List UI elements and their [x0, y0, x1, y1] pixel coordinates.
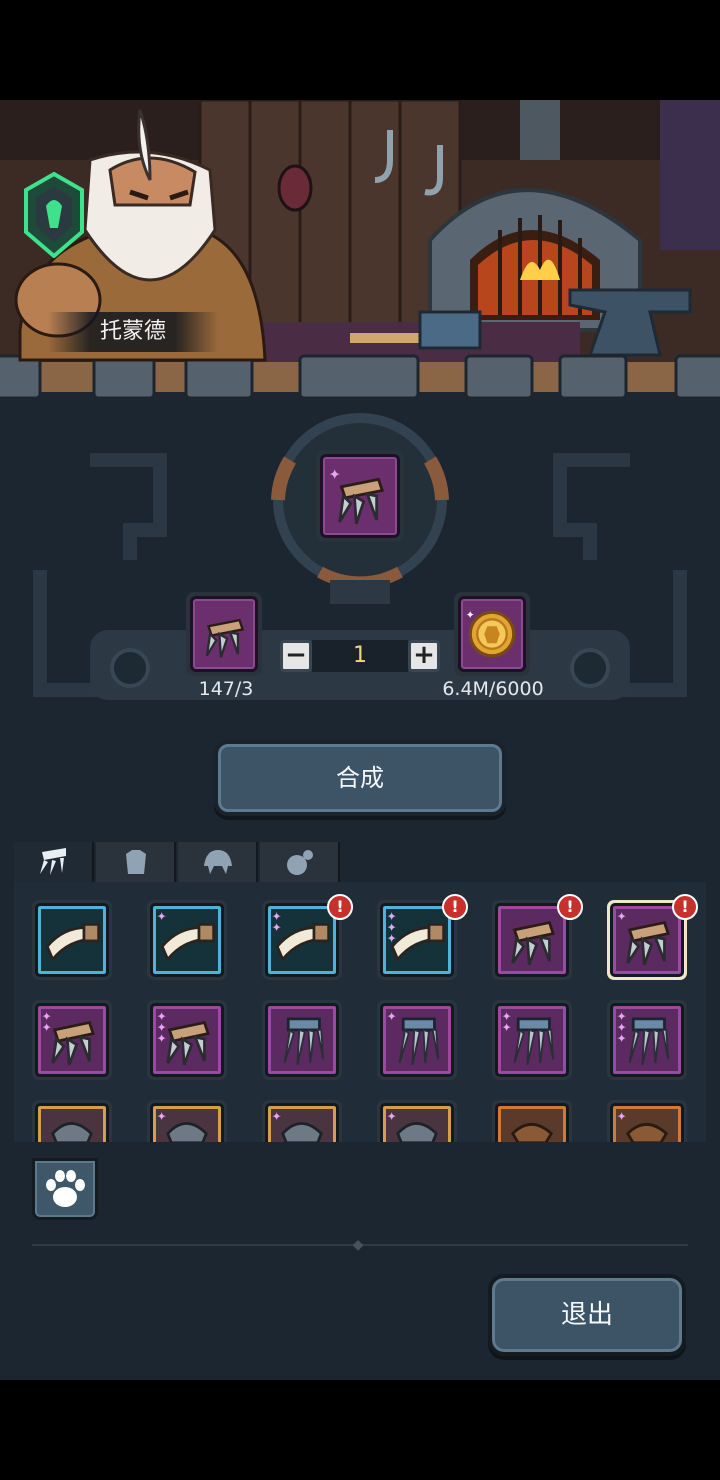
inventory-item[interactable]: ✦: [607, 1100, 687, 1142]
pet-filter-button[interactable]: [32, 1158, 98, 1220]
svg-text:✦: ✦: [329, 466, 341, 483]
svg-text:✦: ✦: [387, 1110, 397, 1124]
svg-text:✦: ✦: [387, 932, 397, 946]
fang-icon: [45, 923, 101, 962]
gauntlet-claw-icon: ✦: [272, 1110, 323, 1142]
iron-claw-icon: ✦: [387, 1010, 440, 1066]
svg-text:✦: ✦: [157, 1110, 167, 1124]
svg-text:✦: ✦: [157, 1032, 167, 1046]
claw-weapon-icon: [40, 848, 66, 875]
tab-claw[interactable]: [14, 842, 94, 882]
blacksmith-scene: 托蒙德: [0, 100, 720, 400]
inventory-item[interactable]: ✦ ✦: [32, 1000, 112, 1080]
gauntlet-claw-icon: [51, 1122, 93, 1142]
fang-icon: ✦✦✦: [387, 910, 446, 962]
tab-armor[interactable]: [96, 842, 176, 882]
alert-badge: !: [327, 894, 353, 920]
inventory-grid: ✦ ✦ ✦ ✦ ✦ ✦ ✦ ! ! ! ! ✦ ✦ ✦ ✦ ✦ ✦ ✦ ✦ ✦ ✦ ✦ ✦: [14, 882, 706, 1142]
steel-claw-icon: ✦✦: [42, 1010, 95, 1066]
alert-badge: !: [442, 894, 468, 920]
material-count: 147/3: [198, 678, 254, 700]
svg-text:✦: ✦: [617, 1032, 627, 1046]
gauntlet-claw-icon: ✦: [387, 1110, 438, 1142]
svg-text:✦: ✦: [502, 1021, 512, 1035]
rank-emblem-icon: [22, 171, 86, 259]
inventory-item[interactable]: ✦ ✦ ✦: [607, 1000, 687, 1080]
steel-claw-icon: ✦: [329, 466, 385, 525]
steel-claw-icon: [205, 618, 245, 658]
tab-helmet[interactable]: [178, 842, 258, 882]
fang-icon: ✦: [157, 910, 216, 962]
forge-background: [0, 100, 720, 400]
alert-badge: !: [557, 894, 583, 920]
fang-icon: ✦✦: [272, 910, 331, 962]
svg-text:✦: ✦: [466, 609, 475, 622]
inventory-item[interactable]: [32, 1100, 112, 1142]
inventory-item[interactable]: [492, 1100, 572, 1142]
inventory-item[interactable]: ✦ ✦: [492, 1000, 572, 1080]
beast-claw-icon: [510, 1123, 554, 1142]
svg-text:✦: ✦: [157, 910, 167, 924]
alert-badge: !: [672, 894, 698, 920]
material-slot[interactable]: [186, 592, 262, 676]
svg-text:✦: ✦: [272, 921, 282, 935]
inventory-item[interactable]: ✦: [147, 900, 227, 980]
accessory-icon: [287, 850, 313, 875]
inventory-item[interactable]: ✦: [377, 1000, 457, 1080]
quantity-value[interactable]: 1: [312, 640, 408, 672]
npc-name-label: 托蒙德: [48, 312, 218, 352]
tab-accessory[interactable]: [260, 842, 340, 882]
gold-coin-icon: ✦: [466, 609, 516, 658]
iron-claw-icon: ✦✦✦: [617, 1010, 670, 1066]
inventory-item[interactable]: ✦: [147, 1100, 227, 1142]
quantity-minus-button[interactable]: −: [280, 640, 312, 672]
steel-claw-icon: ✦✦✦: [157, 1010, 210, 1066]
svg-text:✦: ✦: [617, 910, 627, 924]
gold-cost-slot[interactable]: ✦: [454, 592, 530, 676]
beast-claw-icon: ✦: [617, 1110, 669, 1142]
divider-ornament-icon: ◆: [352, 1237, 364, 1253]
exit-button[interactable]: 退出: [488, 1274, 686, 1356]
craft-result-slot[interactable]: ✦: [316, 450, 404, 542]
inventory-item[interactable]: ✦: [377, 1100, 457, 1142]
inventory-item[interactable]: ✦: [262, 1100, 342, 1142]
steel-claw-icon: [511, 920, 555, 966]
svg-text:✦: ✦: [272, 1110, 282, 1124]
inventory-item[interactable]: ✦ ✦ ✦: [147, 1000, 227, 1080]
gauntlet-claw-icon: ✦: [157, 1110, 208, 1142]
paw-icon: [46, 1170, 85, 1207]
inventory-item[interactable]: [32, 900, 112, 980]
iron-claw-icon: [283, 1017, 325, 1066]
app-root: 托蒙德 ✦ 147/3 − 1 + ✦ 6.4M/6000 合成 ✦ ✦ ✦ ✦…: [0, 0, 720, 1480]
armor-icon: [126, 850, 146, 874]
svg-text:✦: ✦: [387, 1010, 397, 1024]
quantity-plus-button[interactable]: +: [408, 640, 440, 672]
svg-text:✦: ✦: [42, 1021, 52, 1035]
iron-claw-icon: ✦✦: [502, 1010, 555, 1066]
inventory-item[interactable]: [262, 1000, 342, 1080]
helmet-icon: [204, 850, 232, 874]
steel-claw-icon: ✦: [617, 910, 670, 966]
svg-text:✦: ✦: [617, 1110, 627, 1124]
craft-button[interactable]: 合成: [214, 740, 506, 816]
gold-count: 6.4M/6000: [442, 678, 544, 700]
